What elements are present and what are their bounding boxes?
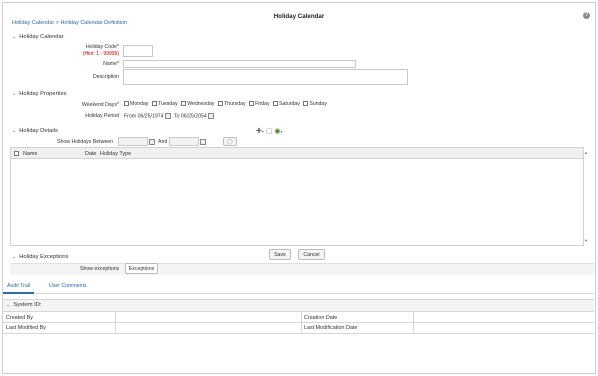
- filter-icon: ◯: [227, 139, 233, 145]
- delete-icon[interactable]: ▢: [266, 128, 273, 135]
- holiday-period-range: From 06/25/1974 To 06/25/2054: [124, 113, 215, 119]
- page-title: Holiday Calendar: [273, 13, 325, 20]
- calendar-icon[interactable]: [164, 113, 171, 119]
- section-title: Holiday Exceptions: [19, 254, 69, 260]
- column-header-date[interactable]: Date: [85, 151, 96, 157]
- chevron-down-icon: ⌄: [12, 254, 17, 260]
- description-label: Description: [93, 74, 119, 80]
- system-id-label: System ID:: [13, 302, 42, 308]
- last-modification-date-label: Last Modification Date: [304, 325, 358, 331]
- day-checkbox-wednesday[interactable]: Wednesday: [181, 101, 215, 107]
- column-header-holiday-type[interactable]: Holiday Type: [100, 151, 131, 157]
- show-exceptions-label: Show exceptions: [80, 266, 120, 272]
- chevron-down-icon: ⌄: [12, 34, 17, 40]
- tab-audit-trail[interactable]: Audit Trail: [3, 283, 35, 294]
- section-title: Holiday Calendar: [19, 34, 64, 40]
- creation-date-label: Creation Date: [304, 315, 338, 321]
- section-title: Holiday Properties: [19, 91, 67, 97]
- holiday-code-input[interactable]: [123, 45, 153, 57]
- weekend-days-label: Weekend Days*: [81, 102, 119, 108]
- show-holidays-between-label: Show Holidays Between: [57, 139, 113, 145]
- day-checkbox-tuesday[interactable]: Tuesday: [151, 101, 178, 107]
- description-textarea[interactable]: [123, 69, 408, 85]
- system-id-section[interactable]: ⌄ System ID:: [6, 302, 42, 308]
- calendar-icon[interactable]: [200, 139, 206, 145]
- tab-user-comments[interactable]: User Comments: [49, 283, 86, 289]
- last-modified-by-label: Last Modified By: [6, 325, 46, 331]
- details-toolbar: ✚▾ ▢ ◉▾: [256, 128, 283, 135]
- exceptions-button[interactable]: Exceptions: [125, 263, 158, 274]
- to-date-value[interactable]: 06/25/2054: [181, 113, 207, 119]
- scroll-down-icon[interactable]: ▼: [584, 238, 588, 243]
- audit-col-divider: [301, 312, 302, 333]
- calendar-icon[interactable]: [149, 139, 155, 145]
- audit-col-divider: [413, 312, 414, 333]
- day-checkbox-thursday[interactable]: Thursday: [218, 101, 246, 107]
- weekend-days-group: Monday Tuesday Wednesday Thursday Friday…: [124, 101, 329, 107]
- holiday-period-label: Holiday Period: [85, 113, 119, 119]
- chevron-down-icon: ⌄: [12, 128, 17, 134]
- from-date-value[interactable]: 06/25/1974: [138, 113, 164, 119]
- calendar-icon[interactable]: [208, 113, 215, 119]
- section-holiday-properties[interactable]: ⌄ Holiday Properties: [12, 91, 67, 97]
- between-start-input[interactable]: [118, 137, 148, 146]
- day-checkbox-monday[interactable]: Monday: [124, 101, 148, 107]
- audit-row-divider: [3, 333, 594, 334]
- save-button[interactable]: Save: [269, 249, 291, 260]
- day-checkbox-sunday[interactable]: Sunday: [303, 101, 327, 107]
- audit-col-divider: [115, 312, 116, 333]
- breadcrumb[interactable]: Holiday Calendar > Holiday Calendar Defi…: [12, 20, 127, 26]
- tabs-divider: [3, 293, 594, 294]
- chevron-down-icon: ⌄: [12, 91, 17, 97]
- section-holiday-calendar[interactable]: ⌄ Holiday Calendar: [12, 34, 64, 40]
- holiday-details-grid: Name Date Holiday Type: [10, 147, 584, 246]
- cancel-button[interactable]: Cancel: [298, 249, 325, 260]
- help-icon[interactable]: ?: [583, 12, 590, 19]
- grid-scrollbar[interactable]: ▲ ▼: [584, 150, 590, 246]
- grid-header: Name Date Holiday Type: [11, 148, 583, 159]
- holiday-code-hint: (Hint: 1 - 99999): [82, 51, 119, 57]
- section-title: Holiday Details: [19, 128, 58, 134]
- between-end-input[interactable]: [169, 137, 199, 146]
- column-header-name[interactable]: Name: [23, 151, 37, 157]
- name-label: Name*: [103, 61, 119, 67]
- section-holiday-exceptions[interactable]: ⌄ Holiday Exceptions: [12, 254, 69, 260]
- name-input[interactable]: [123, 60, 356, 68]
- scroll-up-icon[interactable]: ▲: [584, 150, 588, 155]
- filter-go-button[interactable]: ◯: [223, 137, 237, 146]
- holiday-code-label: Holiday Code*: [85, 44, 119, 50]
- day-checkbox-friday[interactable]: Friday: [249, 101, 270, 107]
- audit-row-divider: [3, 322, 594, 323]
- chevron-down-icon: ⌄: [6, 302, 11, 308]
- created-by-label: Created By: [6, 315, 33, 321]
- select-all-checkbox[interactable]: [14, 151, 19, 156]
- section-holiday-details[interactable]: ⌄ Holiday Details: [12, 128, 58, 134]
- day-checkbox-saturday[interactable]: Saturday: [273, 101, 300, 107]
- and-label: And: [158, 139, 168, 145]
- system-id-bar: [3, 299, 594, 312]
